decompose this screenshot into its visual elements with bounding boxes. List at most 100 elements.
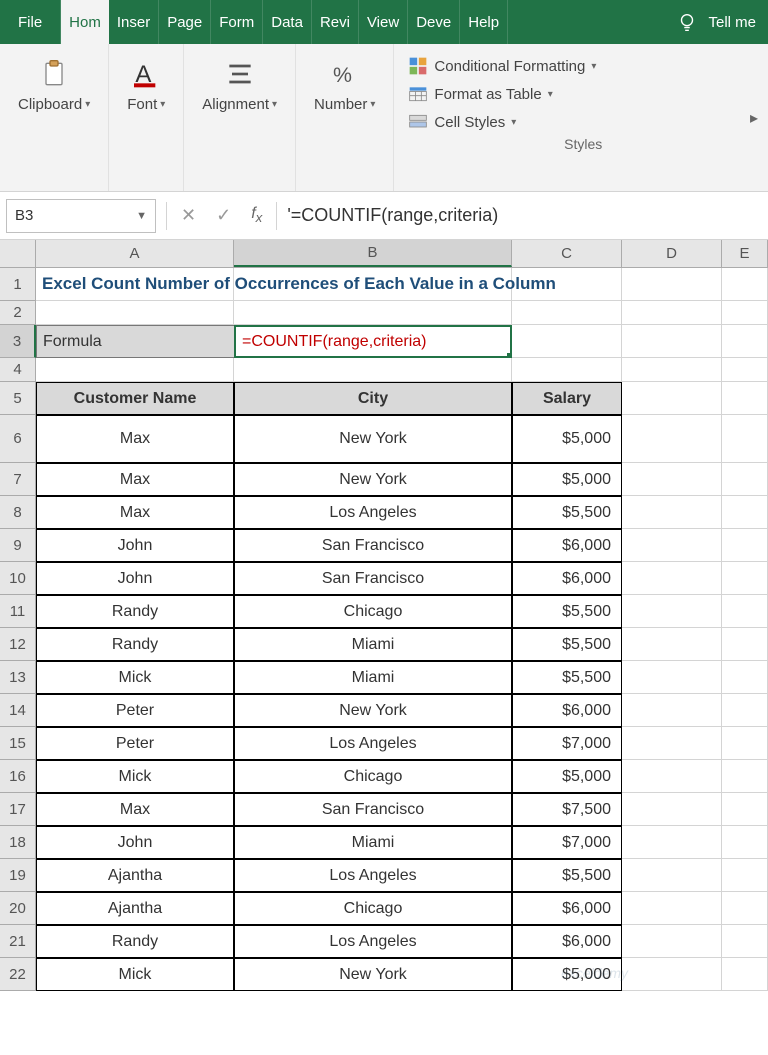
header-salary[interactable]: Salary: [512, 382, 622, 415]
cell[interactable]: [722, 925, 768, 958]
cell-name[interactable]: Mick: [36, 661, 234, 694]
cell[interactable]: [512, 325, 622, 358]
cell-city[interactable]: New York: [234, 415, 512, 463]
cell[interactable]: [622, 595, 722, 628]
cell-city[interactable]: New York: [234, 463, 512, 496]
cell-city[interactable]: Los Angeles: [234, 859, 512, 892]
row-header[interactable]: 22: [0, 958, 36, 991]
cell[interactable]: [234, 358, 512, 382]
cell[interactable]: [622, 496, 722, 529]
cell[interactable]: [722, 628, 768, 661]
row-header[interactable]: 20: [0, 892, 36, 925]
row-header[interactable]: 7: [0, 463, 36, 496]
cell-city[interactable]: Los Angeles: [234, 496, 512, 529]
cell[interactable]: [622, 415, 722, 463]
cell[interactable]: [722, 826, 768, 859]
cell[interactable]: [622, 892, 722, 925]
cell[interactable]: [622, 529, 722, 562]
tab-data[interactable]: Data: [263, 0, 312, 44]
row-header[interactable]: 17: [0, 793, 36, 826]
cell-city[interactable]: San Francisco: [234, 793, 512, 826]
row-header[interactable]: 5: [0, 382, 36, 415]
cell-city[interactable]: Los Angeles: [234, 727, 512, 760]
cell[interactable]: [234, 301, 512, 325]
active-cell[interactable]: =COUNTIF(range,criteria): [234, 325, 512, 358]
cell[interactable]: [622, 826, 722, 859]
col-header-d[interactable]: D: [622, 240, 722, 267]
cell-name[interactable]: John: [36, 826, 234, 859]
row-header[interactable]: 11: [0, 595, 36, 628]
row-header[interactable]: 2: [0, 301, 36, 325]
cell[interactable]: [722, 859, 768, 892]
cell-name[interactable]: Peter: [36, 694, 234, 727]
cell[interactable]: [622, 859, 722, 892]
tell-me-label[interactable]: Tell me: [708, 14, 756, 31]
cell[interactable]: [622, 463, 722, 496]
number-button[interactable]: % Number▾: [306, 52, 383, 117]
col-header-c[interactable]: C: [512, 240, 622, 267]
title-cell[interactable]: Excel Count Number of Occurrences of Eac…: [36, 268, 234, 301]
cell[interactable]: [622, 628, 722, 661]
cell-city[interactable]: San Francisco: [234, 529, 512, 562]
cell-name[interactable]: Ajantha: [36, 859, 234, 892]
cell[interactable]: [512, 358, 622, 382]
formula-input[interactable]: [281, 199, 768, 233]
tab-page[interactable]: Page: [159, 0, 211, 44]
col-header-e[interactable]: E: [722, 240, 768, 267]
row-header[interactable]: 1: [0, 268, 36, 301]
cell[interactable]: [622, 760, 722, 793]
cell-name[interactable]: Ajantha: [36, 892, 234, 925]
cell[interactable]: [722, 661, 768, 694]
conditional-formatting-button[interactable]: Conditional Formatting▾: [408, 52, 596, 80]
cell-name[interactable]: Randy: [36, 595, 234, 628]
cell-city[interactable]: Chicago: [234, 892, 512, 925]
cell-city[interactable]: Chicago: [234, 595, 512, 628]
cell-city[interactable]: Chicago: [234, 760, 512, 793]
tab-developer[interactable]: Deve: [408, 0, 460, 44]
fx-icon[interactable]: fx: [241, 205, 272, 225]
cell-salary[interactable]: $6,000: [512, 892, 622, 925]
cell[interactable]: [722, 415, 768, 463]
cell-salary[interactable]: $5,500: [512, 496, 622, 529]
row-header[interactable]: 14: [0, 694, 36, 727]
cell-salary[interactable]: $5,000: [512, 415, 622, 463]
cell[interactable]: [622, 793, 722, 826]
cell-salary[interactable]: $5,000: [512, 463, 622, 496]
cell[interactable]: [622, 301, 722, 325]
cell-salary[interactable]: $7,000: [512, 727, 622, 760]
cell-salary[interactable]: $6,000: [512, 925, 622, 958]
cell-name[interactable]: Mick: [36, 958, 234, 991]
cell[interactable]: [622, 727, 722, 760]
cell[interactable]: [622, 661, 722, 694]
cell-name[interactable]: Mick: [36, 760, 234, 793]
cell[interactable]: [722, 463, 768, 496]
select-all-corner[interactable]: [0, 240, 36, 267]
cell-name[interactable]: Randy: [36, 628, 234, 661]
col-header-b[interactable]: B: [234, 240, 512, 267]
cell[interactable]: [722, 529, 768, 562]
cell-salary[interactable]: $7,000: [512, 826, 622, 859]
formula-label-cell[interactable]: Formula: [36, 325, 234, 358]
tab-help[interactable]: Help: [460, 0, 508, 44]
cell-salary[interactable]: $5,500: [512, 595, 622, 628]
cell[interactable]: [722, 268, 768, 301]
row-header[interactable]: 9: [0, 529, 36, 562]
cell-city[interactable]: Miami: [234, 661, 512, 694]
cell-name[interactable]: Randy: [36, 925, 234, 958]
cell-name[interactable]: John: [36, 562, 234, 595]
row-header[interactable]: 13: [0, 661, 36, 694]
cell[interactable]: [722, 595, 768, 628]
cell-salary[interactable]: $5,500: [512, 628, 622, 661]
row-header[interactable]: 4: [0, 358, 36, 382]
cell-city[interactable]: San Francisco: [234, 562, 512, 595]
tab-view[interactable]: View: [359, 0, 408, 44]
row-header[interactable]: 3: [0, 325, 36, 358]
cell-city[interactable]: Los Angeles: [234, 925, 512, 958]
cell[interactable]: [622, 958, 722, 991]
cell[interactable]: [722, 727, 768, 760]
cell-city[interactable]: New York: [234, 958, 512, 991]
cell[interactable]: [622, 325, 722, 358]
tab-review[interactable]: Revi: [312, 0, 359, 44]
cell[interactable]: [36, 358, 234, 382]
header-name[interactable]: Customer Name: [36, 382, 234, 415]
